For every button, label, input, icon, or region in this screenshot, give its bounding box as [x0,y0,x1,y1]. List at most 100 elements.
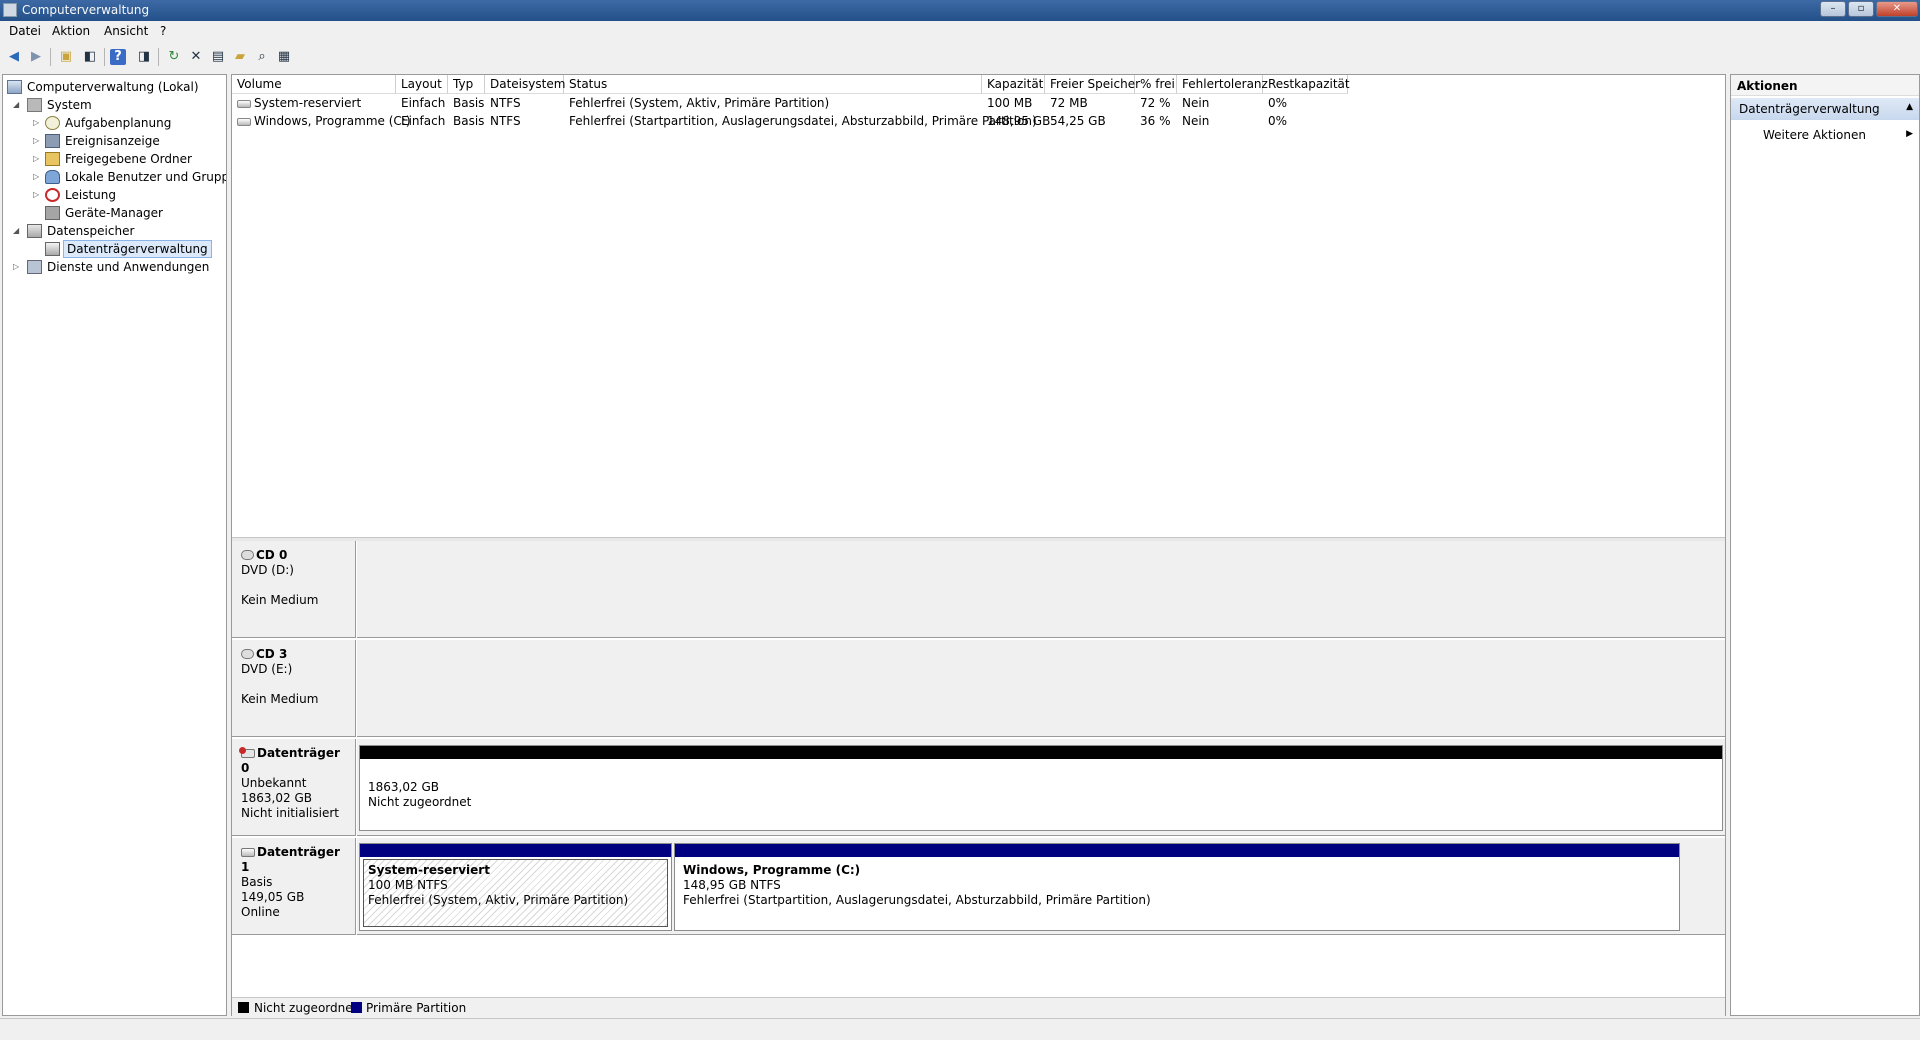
column-header-kapazitaet[interactable]: Kapazität [982,75,1045,94]
tree-item-label: Datenspeicher [47,224,135,238]
action-weitere-aktionen[interactable]: Weitere Aktionen ▶ [1731,125,1919,145]
actions-section-datentraegerverwaltung[interactable]: Datenträgerverwaltung ▲ [1731,98,1919,120]
partition-status: Nicht zugeordnet [368,795,472,809]
toolbar-separator [104,48,105,66]
cell-restkapazitaet: 0% [1268,96,1288,110]
cell-status: Fehlerfrei (System, Aktiv, Primäre Parti… [569,96,830,110]
cell-layout: Einfach [401,114,446,128]
partition-system-reserviert[interactable]: System-reserviert 100 MB NTFS Fehlerfrei… [359,843,672,931]
disk-label[interactable]: Datenträger 1 Basis 149,05 GB Online [232,838,356,935]
disk-state: Nicht initialisiert [241,806,339,820]
expand-icon[interactable]: ▷ [33,186,43,204]
partition-size: 100 MB NTFS [368,878,448,892]
disk-name: CD 0 [256,548,288,562]
toolbar-separator [50,48,51,66]
cell-restkapazitaet: 0% [1268,114,1288,128]
menu-ansicht[interactable]: Ansicht [104,24,148,38]
disk-row-datentraeger-0[interactable]: Datenträger 0 Unbekannt 1863,02 GB Nicht… [232,739,1725,836]
search-icon[interactable]: ⌕ [252,47,272,67]
legend-label-primary: Primäre Partition [366,1001,467,1015]
properties-icon[interactable]: ▤ [208,47,228,67]
disk-management-pane: Volume Layout Typ Dateisystem Status Kap… [231,74,1726,1017]
forward-icon[interactable]: ▶ [26,47,46,67]
navigation-tree: Computerverwaltung (Lokal) ◢ System ▷ Au… [2,74,227,1016]
disk-error-icon [239,747,255,758]
show-hide-tree-icon[interactable]: ◧ [80,47,100,67]
expand-icon[interactable]: ▷ [33,132,43,150]
column-header-status[interactable]: Status [564,75,982,94]
legend: Nicht zugeordnet Primäre Partition [232,997,1725,1017]
disk-type: DVD (E:) [241,662,293,676]
tree-item-label: System [47,98,92,112]
cell-typ: Basis [453,96,485,110]
maximize-button[interactable]: ▫ [1848,1,1874,17]
tree-item-label: Lokale Benutzer und Gruppen [65,170,227,184]
back-icon[interactable]: ◀ [4,47,24,67]
tree-item-label: Ereignisanzeige [65,134,160,148]
column-header-fehlertoleranz[interactable]: Fehlertoleranz [1177,75,1268,94]
collapse-icon[interactable]: ◢ [13,96,23,114]
expand-icon[interactable]: ▷ [13,258,23,276]
column-header-prozent-frei[interactable]: % frei [1135,75,1177,94]
partition-status: Fehlerfrei (Startpartition, Auslagerungs… [683,893,1151,907]
up-folder-icon[interactable]: ▣ [56,47,76,67]
volume-icon [237,117,251,126]
column-header-volume[interactable]: Volume [232,75,396,94]
expand-icon[interactable]: ▷ [33,150,43,168]
cell-status: Fehlerfrei (Startpartition, Auslagerungs… [569,114,1037,128]
disk-type: DVD (D:) [241,563,294,577]
partition-size: 148,95 GB NTFS [683,878,781,892]
help-icon[interactable]: ? [110,49,126,65]
title-bar: Computerverwaltung – ▫ ✕ [0,0,1920,21]
disk-size: 1863,02 GB [241,791,312,805]
column-header-layout[interactable]: Layout [396,75,448,94]
disk-row-datentraeger-1[interactable]: Datenträger 1 Basis 149,05 GB Online Sys… [232,838,1725,935]
disk-size [241,677,346,692]
collapse-icon[interactable]: ◢ [13,222,23,240]
disk-label[interactable]: CD 0 DVD (D:) Kein Medium [232,541,356,638]
partition-unallocated[interactable]: 1863,02 GB Nicht zugeordnet [359,745,1723,831]
minimize-button[interactable]: – [1820,1,1846,17]
partition-body: 1863,02 GB Nicht zugeordnet [363,776,1719,827]
close-button[interactable]: ✕ [1876,1,1918,17]
column-header-typ[interactable]: Typ [448,75,485,94]
tree-item-label: Leistung [65,188,116,202]
tree-item-label: Geräte-Manager [65,206,163,220]
expand-icon[interactable]: ▷ [33,114,43,132]
tree-item-label: Computerverwaltung (Lokal) [27,80,199,94]
disk-graphical-view: CD 0 DVD (D:) Kein Medium CD 3 DVD (E:) … [232,541,1725,1015]
users-icon [45,170,60,184]
partition-title: Windows, Programme (C:) [683,863,861,877]
device-manager-icon [45,206,60,220]
disk-row-cd3[interactable]: CD 3 DVD (E:) Kein Medium [232,640,1725,737]
window-title: Computerverwaltung [22,3,150,17]
disk-icon [241,848,255,857]
menu-datei[interactable]: Datei [9,24,41,38]
disk-name: Datenträger 1 [241,845,340,874]
open-icon[interactable]: ▰ [230,47,250,67]
action-label: Weitere Aktionen [1763,128,1866,142]
disk-type: Basis [241,875,273,889]
disk-name: Datenträger 0 [241,746,340,775]
column-header-freier-speicher[interactable]: Freier Speicher [1045,75,1140,94]
show-hide-actions-icon[interactable]: ◨ [134,47,154,67]
partition-windows-programme[interactable]: Windows, Programme (C:) 148,95 GB NTFS F… [674,843,1680,931]
partition-bar [675,844,1679,857]
column-header-restkapazitaet[interactable]: Restkapazität [1263,75,1350,94]
delete-icon[interactable]: ✕ [186,47,206,67]
storage-icon [27,224,42,238]
settings-icon[interactable]: ▦ [274,47,294,67]
disk-label[interactable]: CD 3 DVD (E:) Kein Medium [232,640,356,737]
disk-label[interactable]: Datenträger 0 Unbekannt 1863,02 GB Nicht… [232,739,356,836]
refresh-icon[interactable]: ↻ [164,47,184,67]
expand-icon[interactable]: ▷ [33,168,43,186]
collapse-up-icon[interactable]: ▲ [1906,102,1913,112]
disk-row-cd0[interactable]: CD 0 DVD (D:) Kein Medium [232,541,1725,638]
menu-help[interactable]: ? [160,24,166,38]
menu-aktion[interactable]: Aktion [52,24,90,38]
tree-item-label: Freigegebene Ordner [65,152,192,166]
column-header-dateisystem[interactable]: Dateisystem [485,75,565,94]
legend-swatch-unallocated [238,1002,249,1013]
cell-kapazitaet: 100 MB [987,96,1033,110]
tree-item-label: Aufgabenplanung [65,116,172,130]
